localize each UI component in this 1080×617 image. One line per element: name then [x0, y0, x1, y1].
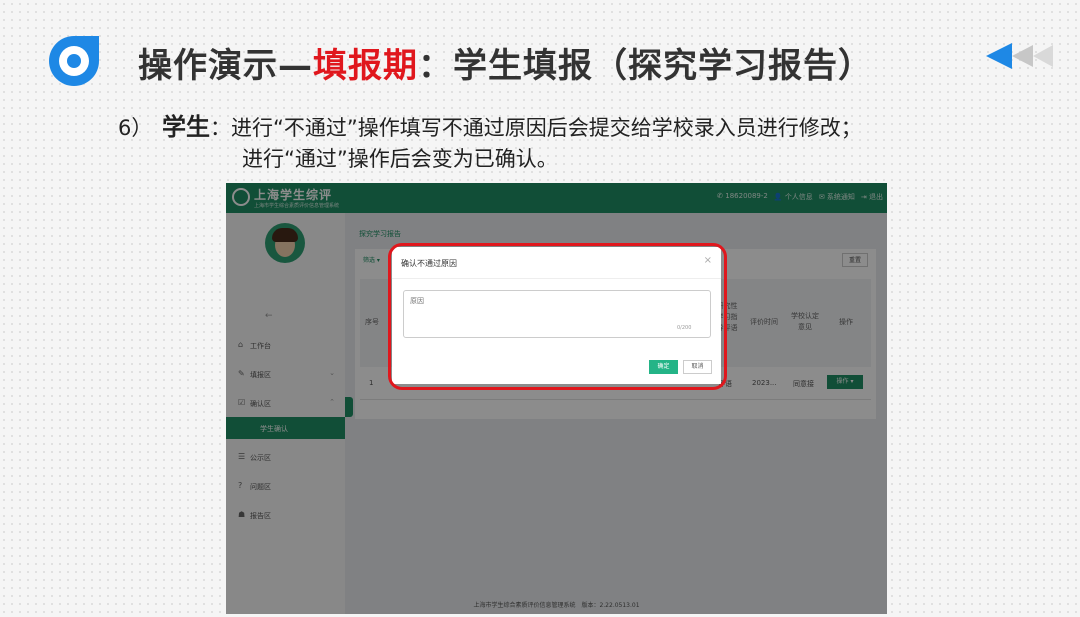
slide-title: 操作演示—填报期：学生填报（探究学习报告） — [138, 38, 873, 87]
reject-reason-dialog: 确认不通过原因 × 0/200 确定 取消 — [392, 247, 721, 384]
reason-field[interactable] — [403, 290, 711, 338]
title-highlight: 填报期 — [313, 46, 418, 86]
dialog-title: 确认不通过原因 — [401, 259, 457, 268]
title-prefix: 操作演示— — [138, 46, 313, 86]
step-description: 6） 学生：进行“不通过”操作填写不通过原因后会提交给学校录入员进行修改； 进行“… — [118, 112, 862, 175]
description-line-2: 进行“通过”操作后会变为已确认。 — [242, 147, 558, 171]
close-icon[interactable]: × — [704, 255, 712, 266]
actor-colon: ： — [210, 116, 231, 140]
char-counter: 0/200 — [677, 325, 692, 331]
triple-arrow-left-icon — [986, 43, 1053, 69]
dialog-divider — [392, 278, 721, 279]
step-number: 6） — [118, 116, 153, 140]
actor-label: 学生 — [162, 113, 210, 141]
description-line-1: 进行“不通过”操作填写不通过原因后会提交给学校录入员进行修改； — [231, 116, 862, 140]
presentation-logo-icon — [49, 36, 99, 86]
confirm-button[interactable]: 确定 — [649, 360, 678, 374]
cancel-button[interactable]: 取消 — [683, 360, 712, 374]
title-suffix: ：学生填报（探究学习报告） — [418, 46, 873, 86]
